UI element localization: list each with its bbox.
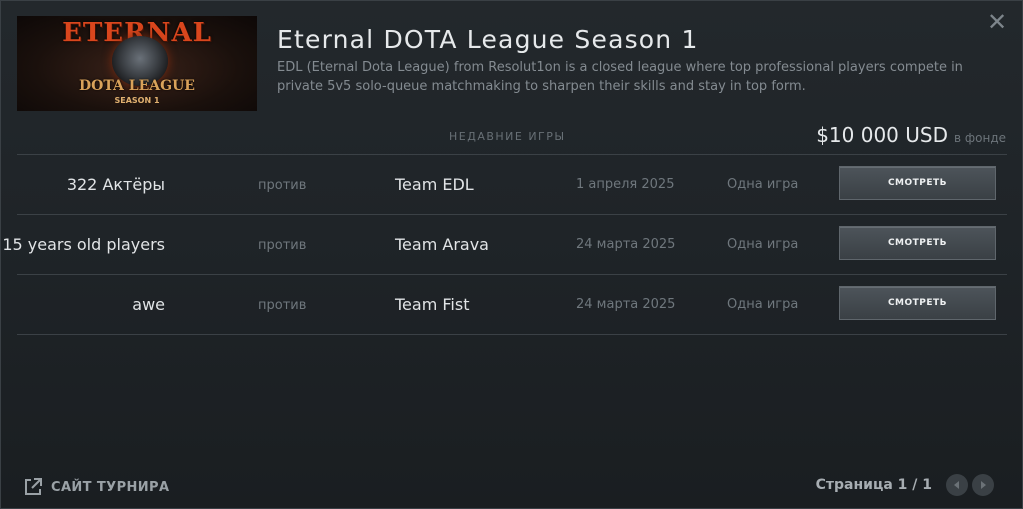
- league-dialog: ✕ ETERNAL DOTA LEAGUE SEASON 1 Eternal D…: [0, 0, 1023, 509]
- watch-button[interactable]: СМОТРЕТЬ: [839, 226, 996, 260]
- chevron-left-icon: [954, 481, 959, 489]
- watch-button[interactable]: СМОТРЕТЬ: [839, 286, 996, 320]
- team-two-name: Team Arava: [395, 235, 489, 254]
- table-row: 15 years old players против Team Arava 2…: [2, 215, 1007, 275]
- recent-games-heading: НЕДАВНИЕ ИГРЫ: [449, 130, 566, 143]
- table-row: awe против Team Fist 24 марта 2025 Одна …: [17, 275, 1007, 335]
- close-icon: ✕: [986, 8, 1008, 36]
- versus-label: против: [258, 178, 307, 193]
- logo-season-text: SEASON 1: [114, 96, 160, 105]
- league-title: Eternal DOTA League Season 1: [277, 25, 699, 54]
- tournament-site-label: САЙТ ТУРНИРА: [51, 479, 170, 495]
- versus-label: против: [258, 238, 307, 253]
- team-one-name: 322 Актёры: [66, 175, 165, 194]
- games-list: 322 Актёры против Team EDL 1 апреля 2025…: [2, 154, 1007, 335]
- chevron-right-icon: [981, 481, 986, 489]
- table-row: 322 Актёры против Team EDL 1 апреля 2025…: [17, 155, 1007, 215]
- tournament-site-link[interactable]: САЙТ ТУРНИРА: [23, 477, 169, 497]
- game-count: Одна игра: [727, 297, 799, 312]
- pagination: Страница 1 / 1: [816, 474, 994, 496]
- previous-page-button[interactable]: [946, 474, 968, 496]
- game-count: Одна игра: [727, 177, 799, 192]
- prize-suffix: в фонде: [953, 131, 1006, 145]
- watch-button[interactable]: СМОТРЕТЬ: [839, 166, 996, 200]
- team-one-name: awe: [132, 295, 165, 314]
- team-two-name: Team EDL: [395, 175, 474, 194]
- logo-league-text: DOTA LEAGUE: [79, 78, 195, 94]
- team-two-name: Team Fist: [395, 295, 470, 314]
- close-button[interactable]: ✕: [984, 9, 1010, 35]
- prize-amount: $10 000 USD: [816, 123, 948, 147]
- prize-pool: $10 000 USD в фонде: [816, 123, 1006, 147]
- versus-label: против: [258, 298, 307, 313]
- game-date: 24 марта 2025: [576, 237, 676, 252]
- game-date: 1 апреля 2025: [576, 177, 675, 192]
- next-page-button[interactable]: [972, 474, 994, 496]
- game-count: Одна игра: [727, 237, 799, 252]
- external-link-icon: [25, 478, 42, 495]
- team-one-name: 15 years old players: [2, 235, 165, 254]
- league-logo: ETERNAL DOTA LEAGUE SEASON 1: [17, 16, 257, 111]
- page-indicator: Страница 1 / 1: [815, 477, 932, 493]
- game-date: 24 марта 2025: [576, 297, 676, 312]
- league-description: EDL (Eternal Dota League) from Resolut1o…: [277, 60, 963, 94]
